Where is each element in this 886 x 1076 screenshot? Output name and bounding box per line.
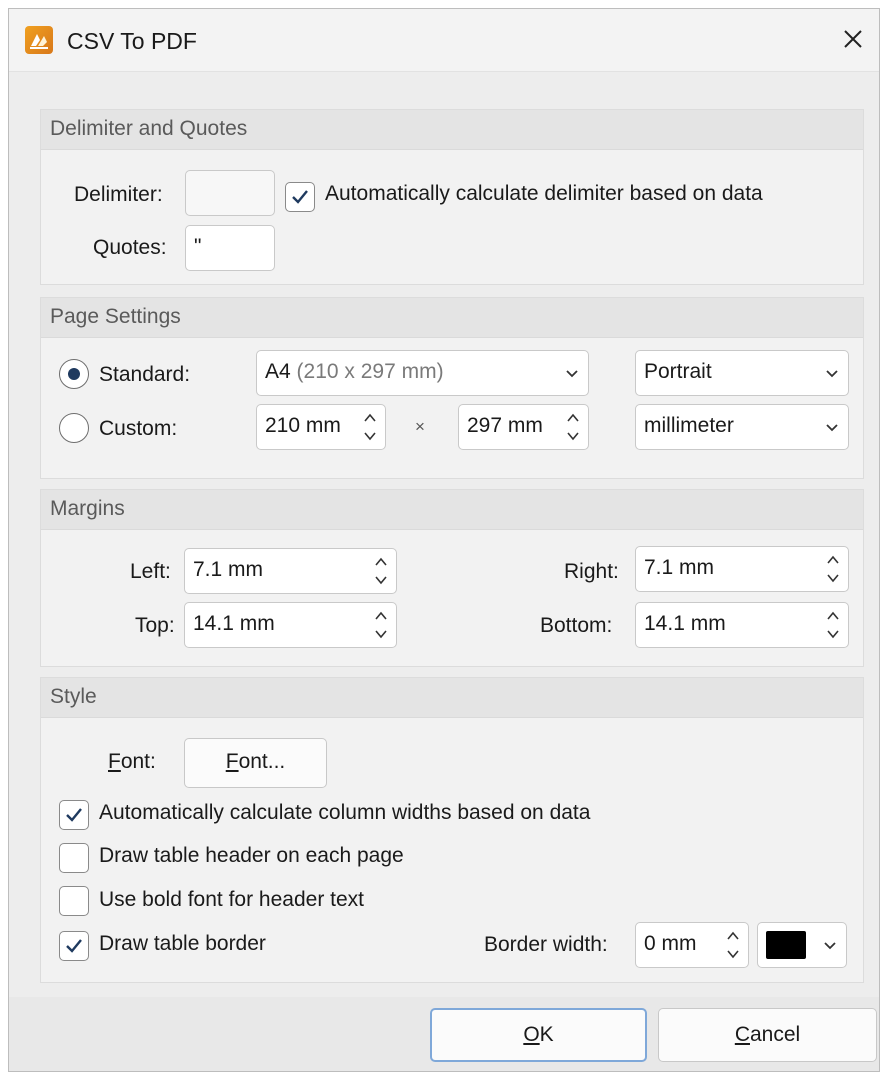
title-bar: CSV To PDF	[9, 9, 879, 71]
auto-column-widths-label[interactable]: Automatically calculate column widths ba…	[99, 801, 590, 825]
pdf-xchange-logo-icon	[25, 26, 53, 54]
delimiter-and-quotes-group: Delimiter and Quotes Delimiter: Automati…	[40, 109, 864, 285]
chevron-down-icon	[826, 424, 838, 432]
custom-width-value: 210 mm	[265, 414, 341, 437]
left-margin-value: 7.1 mm	[193, 558, 264, 581]
margins-group: Margins Left: 7.1 mm Right: 7.1 mm Top: …	[40, 489, 864, 667]
auto-delimiter-checkbox[interactable]	[285, 182, 315, 212]
window-title: CSV To PDF	[67, 28, 197, 54]
group-header-page-settings: Page Settings	[41, 298, 863, 338]
chevron-down-icon	[826, 370, 838, 378]
standard-label[interactable]: Standard:	[99, 363, 190, 387]
checkmark-icon	[66, 939, 82, 953]
custom-height-spinner[interactable]: 297 mm	[458, 404, 589, 450]
font-button[interactable]: Font...	[184, 738, 327, 788]
spin-arrows-icon	[364, 413, 376, 441]
top-margin-spinner[interactable]: 14.1 mm	[184, 602, 397, 648]
border-color-picker[interactable]	[757, 922, 847, 968]
spin-arrows-icon	[375, 611, 387, 639]
bold-header-checkbox[interactable]	[59, 886, 89, 916]
quotes-label: Quotes:	[93, 236, 167, 259]
checkmark-icon	[292, 190, 308, 204]
cancel-button[interactable]: Cancel	[658, 1008, 877, 1062]
delimiter-input[interactable]	[185, 170, 275, 216]
standard-radio[interactable]	[59, 359, 89, 389]
spin-arrows-icon	[827, 555, 839, 583]
orientation-select[interactable]: Portrait	[635, 350, 849, 396]
chevron-down-icon	[824, 942, 836, 950]
right-margin-spinner[interactable]: 7.1 mm	[635, 546, 849, 592]
group-header-margins: Margins	[41, 490, 863, 530]
page-settings-group: Page Settings Standard: A4 (210 x 297 mm…	[40, 297, 864, 479]
draw-border-checkbox[interactable]	[59, 931, 89, 961]
header-each-page-checkbox[interactable]	[59, 843, 89, 873]
top-margin-value: 14.1 mm	[193, 612, 275, 635]
left-margin-spinner[interactable]: 7.1 mm	[184, 548, 397, 594]
group-header-style: Style	[41, 678, 863, 718]
draw-border-label[interactable]: Draw table border	[99, 932, 266, 956]
auto-delimiter-label[interactable]: Automatically calculate delimiter based …	[325, 182, 763, 206]
border-width-label: Border width:	[484, 933, 608, 956]
bottom-margin-label: Bottom:	[540, 614, 613, 637]
bottom-margin-spinner[interactable]: 14.1 mm	[635, 602, 849, 648]
font-label: Font:	[108, 750, 156, 773]
dialog-footer: OK Cancel	[9, 997, 879, 1071]
top-margin-label: Top:	[135, 614, 175, 637]
ok-button[interactable]: OK	[430, 1008, 647, 1062]
dialog-body: Delimiter and Quotes Delimiter: Automati…	[9, 71, 879, 997]
spin-arrows-icon	[567, 413, 579, 441]
paper-size-select[interactable]: A4 (210 x 297 mm)	[256, 350, 589, 396]
border-width-value: 0 mm	[644, 932, 697, 955]
spin-arrows-icon	[375, 557, 387, 585]
bold-header-label[interactable]: Use bold font for header text	[99, 888, 364, 912]
times-sign: ×	[415, 417, 425, 436]
spin-arrows-icon	[827, 611, 839, 639]
auto-column-widths-checkbox[interactable]	[59, 800, 89, 830]
quotes-input[interactable]: "	[185, 225, 275, 271]
custom-radio[interactable]	[59, 413, 89, 443]
border-width-spinner[interactable]: 0 mm	[635, 922, 749, 968]
spin-arrows-icon	[727, 931, 739, 959]
paper-size-detail: (210 x 297 mm)	[296, 360, 444, 383]
group-header-delimiter: Delimiter and Quotes	[41, 110, 863, 150]
close-button[interactable]	[829, 17, 877, 61]
border-color-swatch	[766, 931, 806, 959]
checkmark-icon	[66, 808, 82, 822]
units-value: millimeter	[644, 414, 734, 437]
close-icon	[844, 30, 862, 48]
right-margin-label: Right:	[564, 560, 619, 583]
right-margin-value: 7.1 mm	[644, 556, 715, 579]
custom-label[interactable]: Custom:	[99, 417, 177, 441]
custom-width-spinner[interactable]: 210 mm	[256, 404, 386, 450]
csv-to-pdf-dialog: CSV To PDF Delimiter and Quotes Delimite…	[8, 8, 880, 1072]
bottom-margin-value: 14.1 mm	[644, 612, 726, 635]
chevron-down-icon	[566, 370, 578, 378]
custom-height-value: 297 mm	[467, 414, 543, 437]
units-select[interactable]: millimeter	[635, 404, 849, 450]
left-margin-label: Left:	[130, 560, 171, 583]
orientation-value: Portrait	[644, 360, 712, 383]
paper-size-main: A4	[265, 360, 291, 383]
delimiter-label: Delimiter:	[74, 183, 163, 206]
header-each-page-label[interactable]: Draw table header on each page	[99, 844, 404, 868]
style-group: Style Font: Font... Automatically calcul…	[40, 677, 864, 983]
